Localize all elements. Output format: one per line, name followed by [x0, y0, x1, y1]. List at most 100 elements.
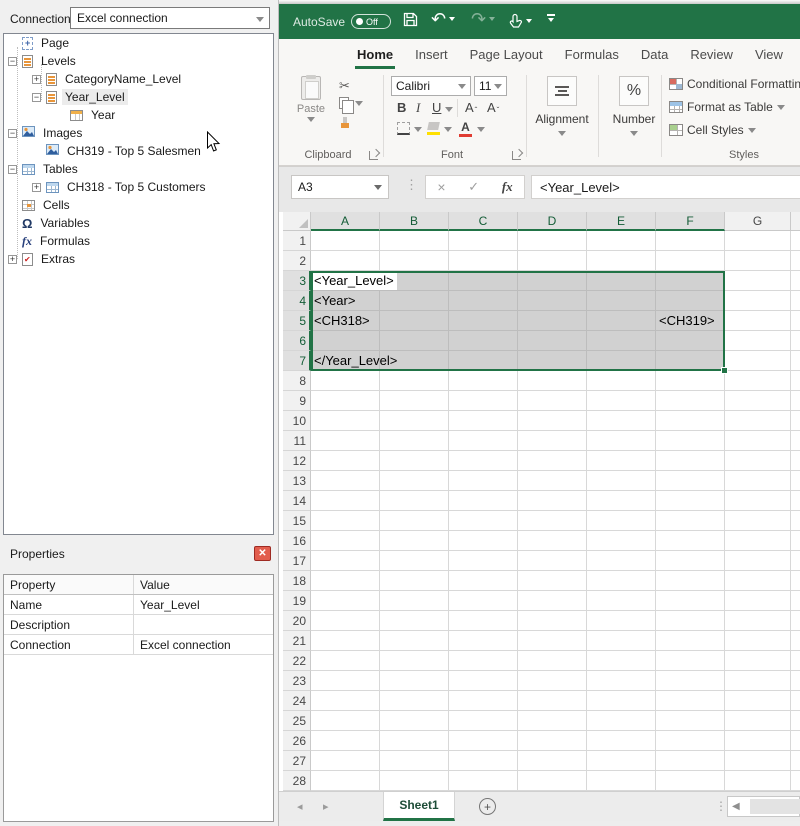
cell-c16[interactable] [449, 531, 518, 551]
cell-c4[interactable] [449, 291, 518, 311]
cell-c22[interactable] [449, 651, 518, 671]
cell-stub[interactable] [791, 771, 800, 791]
cell-stub[interactable] [791, 751, 800, 771]
cell-g16[interactable] [725, 531, 791, 551]
row-header-11[interactable]: 11 [283, 431, 311, 451]
cell-d12[interactable] [518, 451, 587, 471]
row-header-5[interactable]: 5 [283, 311, 311, 331]
cancel-icon[interactable]: × [437, 179, 445, 195]
tree-item-formulas[interactable]: fxFormulas [4, 232, 273, 250]
bold-button[interactable]: B [397, 100, 406, 115]
cell-stub[interactable] [791, 491, 800, 511]
cell-d17[interactable] [518, 551, 587, 571]
cell-stub[interactable] [791, 611, 800, 631]
cell-a23[interactable] [311, 671, 380, 691]
cell-e12[interactable] [587, 451, 656, 471]
cell-f19[interactable] [656, 591, 725, 611]
cell-c19[interactable] [449, 591, 518, 611]
cell-c15[interactable] [449, 511, 518, 531]
borders-button[interactable] [397, 122, 422, 135]
cell-b23[interactable] [380, 671, 449, 691]
cell-a11[interactable] [311, 431, 380, 451]
cell-b18[interactable] [380, 571, 449, 591]
row-header-17[interactable]: 17 [283, 551, 311, 571]
tree-item-categoryname-level[interactable]: +CategoryName_Level [4, 70, 273, 88]
cell-d27[interactable] [518, 751, 587, 771]
cell-a27[interactable] [311, 751, 380, 771]
cell-e1[interactable] [587, 231, 656, 251]
cell-b10[interactable] [380, 411, 449, 431]
cell-b14[interactable] [380, 491, 449, 511]
cell-a1[interactable] [311, 231, 380, 251]
cell-a22[interactable] [311, 651, 380, 671]
cell-e5[interactable] [587, 311, 656, 331]
fill-color-button[interactable] [427, 122, 440, 135]
cell-g15[interactable] [725, 511, 791, 531]
cell-g18[interactable] [725, 571, 791, 591]
tree-item-year-level[interactable]: −Year_Level [4, 88, 273, 106]
cell-e13[interactable] [587, 471, 656, 491]
row-header-23[interactable]: 23 [283, 671, 311, 691]
cell-b24[interactable] [380, 691, 449, 711]
cell-a12[interactable] [311, 451, 380, 471]
cell-c21[interactable] [449, 631, 518, 651]
cell-e27[interactable] [587, 751, 656, 771]
cell-b1[interactable] [380, 231, 449, 251]
cell-c14[interactable] [449, 491, 518, 511]
cell-e9[interactable] [587, 391, 656, 411]
cell-d28[interactable] [518, 771, 587, 791]
cell-g26[interactable] [725, 731, 791, 751]
tab-view[interactable]: View [753, 42, 785, 69]
cell-stub[interactable] [791, 731, 800, 751]
cell-c3[interactable] [449, 271, 518, 291]
cell-d16[interactable] [518, 531, 587, 551]
autosave-toggle[interactable]: Off [351, 14, 391, 29]
cell-c25[interactable] [449, 711, 518, 731]
column-header-d[interactable]: D [518, 212, 587, 231]
cell-f12[interactable] [656, 451, 725, 471]
tab-formulas[interactable]: Formulas [563, 42, 621, 69]
cell-d10[interactable] [518, 411, 587, 431]
tree-item-ch319-top-5-salesmen[interactable]: CH319 - Top 5 Salesmen [4, 142, 273, 160]
cell-g11[interactable] [725, 431, 791, 451]
cell-b5[interactable] [380, 311, 449, 331]
cell-c24[interactable] [449, 691, 518, 711]
font-color-button[interactable]: A [459, 120, 472, 137]
row-header-3[interactable]: 3 [283, 271, 311, 291]
cell-a25[interactable] [311, 711, 380, 731]
cell-e3[interactable] [587, 271, 656, 291]
font-name-select[interactable]: Calibri [391, 76, 471, 96]
cell-b25[interactable] [380, 711, 449, 731]
cell-e10[interactable] [587, 411, 656, 431]
shrink-font-button[interactable]: Aˇ [487, 100, 499, 115]
cell-d4[interactable] [518, 291, 587, 311]
cell-e25[interactable] [587, 711, 656, 731]
cell-stub[interactable] [791, 451, 800, 471]
cell-a24[interactable] [311, 691, 380, 711]
cell-stub[interactable] [791, 231, 800, 251]
row-header-14[interactable]: 14 [283, 491, 311, 511]
cell-g7[interactable] [725, 351, 791, 371]
cell-stub[interactable] [791, 331, 800, 351]
tree-item-levels[interactable]: −Levels [4, 52, 273, 70]
cell-stub[interactable] [791, 271, 800, 291]
save-button[interactable] [403, 12, 418, 27]
cell-b16[interactable] [380, 531, 449, 551]
cell-g1[interactable] [725, 231, 791, 251]
cell-c10[interactable] [449, 411, 518, 431]
cell-d21[interactable] [518, 631, 587, 651]
cell-stub[interactable] [791, 571, 800, 591]
cell-c18[interactable] [449, 571, 518, 591]
fill-handle[interactable] [721, 367, 728, 374]
underline-button[interactable]: U [432, 100, 453, 115]
alignment-button[interactable] [547, 76, 577, 106]
cell-a10[interactable] [311, 411, 380, 431]
tree-item-year[interactable]: Year [4, 106, 273, 124]
cell-f25[interactable] [656, 711, 725, 731]
scroll-left-arrow-icon[interactable]: ◀ [732, 801, 740, 812]
cell-f17[interactable] [656, 551, 725, 571]
cell-e11[interactable] [587, 431, 656, 451]
cell-f9[interactable] [656, 391, 725, 411]
cell-stub[interactable] [791, 371, 800, 391]
cell-stub[interactable] [791, 311, 800, 331]
